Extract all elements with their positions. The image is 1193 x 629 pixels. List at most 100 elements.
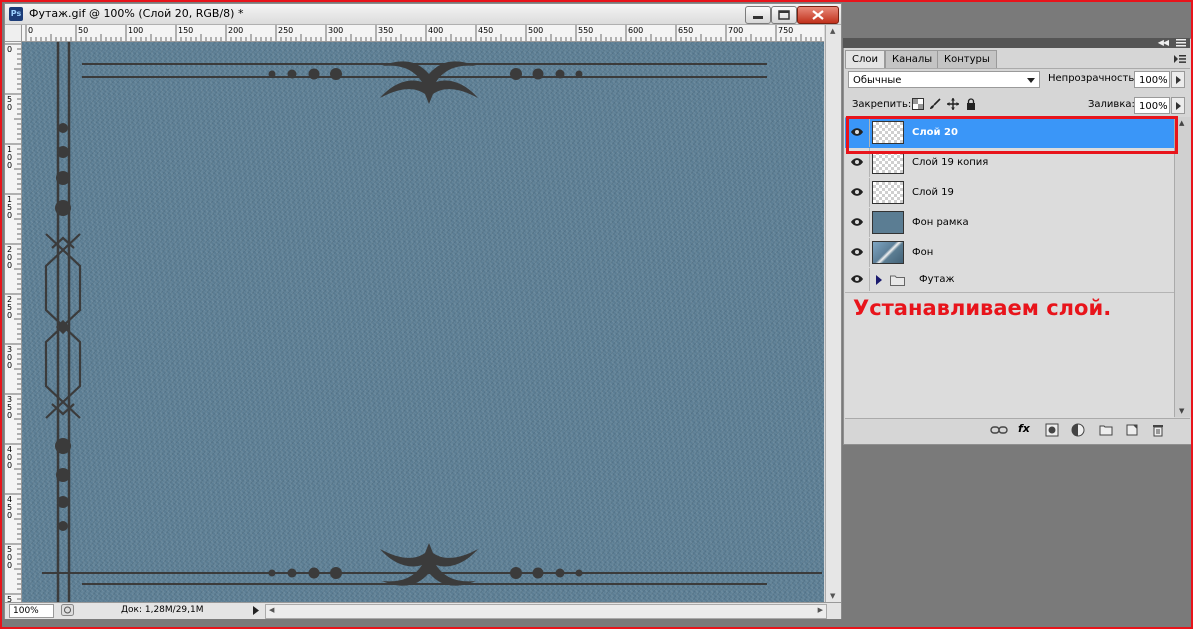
new-group-folder-icon[interactable] bbox=[1099, 423, 1113, 437]
scroll-up-arrow-icon[interactable]: ▲ bbox=[1179, 119, 1184, 127]
ruler-label: 750 bbox=[778, 26, 793, 35]
layer-style-fx-icon[interactable]: fx bbox=[1018, 422, 1030, 436]
eye-icon bbox=[851, 158, 863, 166]
fill-input[interactable]: 100% bbox=[1134, 97, 1170, 114]
add-mask-icon[interactable] bbox=[1045, 423, 1059, 437]
ruler-label: 550 bbox=[578, 26, 593, 35]
fill-slider-button[interactable] bbox=[1171, 97, 1185, 114]
eye-icon bbox=[851, 275, 863, 283]
scroll-right-arrow-icon[interactable]: ▶ bbox=[818, 606, 823, 614]
tab-channels[interactable]: Каналы bbox=[885, 50, 940, 68]
opacity-input[interactable]: 100% bbox=[1134, 71, 1170, 88]
layer-group-futazh[interactable]: Футаж bbox=[845, 268, 1174, 293]
ruler-label: 300 bbox=[328, 26, 343, 35]
scroll-down-arrow-icon[interactable]: ▼ bbox=[1179, 407, 1184, 415]
lock-all-icon[interactable] bbox=[965, 98, 977, 110]
status-menu-arrow-icon[interactable] bbox=[251, 605, 261, 616]
visibility-toggle[interactable] bbox=[845, 238, 870, 267]
ruler-label: 400 bbox=[428, 26, 443, 35]
document-title: Футаж.gif @ 100% (Слой 20, RGB/8) * bbox=[29, 7, 244, 20]
layer-name: Фон bbox=[912, 247, 934, 258]
scroll-down-arrow-icon[interactable]: ▼ bbox=[830, 592, 835, 600]
lock-label: Закрепить: bbox=[852, 99, 912, 110]
ornament-dot bbox=[55, 200, 71, 216]
eye-icon bbox=[851, 128, 863, 136]
tab-layers[interactable]: Слои bbox=[845, 50, 885, 68]
document-horizontal-scrollbar[interactable]: ◀ ▶ bbox=[265, 604, 827, 619]
lock-pixels-brush-icon[interactable] bbox=[929, 98, 941, 110]
layer-row-sloi-19-kopiya[interactable]: Слой 19 копия bbox=[845, 148, 1174, 179]
ornament-dot bbox=[57, 146, 69, 158]
ruler-label: 0 bbox=[7, 561, 12, 570]
zoom-level-field[interactable]: 100% bbox=[9, 604, 54, 618]
layer-thumbnail bbox=[872, 181, 904, 204]
fill-label: Заливка: bbox=[1088, 99, 1135, 110]
ornament-dot bbox=[308, 68, 320, 80]
minimize-button[interactable] bbox=[745, 6, 771, 24]
layer-name: Слой 19 bbox=[912, 187, 954, 198]
ornament-dot bbox=[532, 567, 544, 579]
ornament-dot bbox=[555, 69, 565, 79]
close-button[interactable] bbox=[797, 6, 839, 24]
document-canvas[interactable] bbox=[22, 42, 824, 602]
layer-row-fon-ramka[interactable]: Фон рамка bbox=[845, 208, 1174, 239]
vertical-ruler-ticks: 050100150200250300350400450500550 bbox=[5, 43, 21, 602]
layer-thumbnail bbox=[872, 211, 904, 234]
panel-options-icon[interactable] bbox=[1176, 39, 1186, 47]
layers-scrollbar[interactable]: ▲ ▼ bbox=[1174, 117, 1191, 417]
document-titlebar[interactable]: Ps Футаж.gif @ 100% (Слой 20, RGB/8) * bbox=[5, 4, 841, 25]
scroll-left-arrow-icon[interactable]: ◀ bbox=[269, 606, 274, 614]
eye-icon bbox=[851, 218, 863, 226]
opacity-label: Непрозрачность: bbox=[1048, 73, 1138, 84]
tab-paths[interactable]: Контуры bbox=[937, 50, 997, 68]
ruler-label: 450 bbox=[478, 26, 493, 35]
close-icon bbox=[812, 10, 824, 20]
ruler-label: 250 bbox=[278, 26, 293, 35]
document-size-info: Док: 1,28M/29,1M bbox=[121, 605, 204, 615]
blend-mode-value: Обычные bbox=[853, 75, 902, 86]
status-info-icon[interactable] bbox=[61, 604, 74, 616]
panel-menu-icon[interactable] bbox=[1173, 53, 1187, 65]
eye-icon bbox=[851, 188, 863, 196]
ruler-label: 50 bbox=[78, 26, 88, 35]
expand-group-icon[interactable] bbox=[876, 275, 882, 285]
restore-icon bbox=[778, 10, 790, 20]
maximize-button[interactable] bbox=[771, 6, 797, 24]
link-layers-icon[interactable] bbox=[990, 423, 1008, 437]
scroll-up-arrow-icon[interactable]: ▲ bbox=[830, 27, 835, 35]
eye-icon bbox=[851, 248, 863, 256]
delete-layer-trash-icon[interactable] bbox=[1151, 423, 1165, 437]
adjustment-layer-icon[interactable] bbox=[1071, 423, 1087, 437]
layer-row-fon[interactable]: Фон bbox=[845, 238, 1174, 269]
layers-panel-footer: fx bbox=[845, 418, 1190, 443]
layers-panel: Слои Каналы Контуры Обычные Непрозрачнос… bbox=[843, 38, 1192, 445]
ornament-dot bbox=[57, 496, 69, 508]
ruler-label: 0 bbox=[7, 411, 12, 420]
vertical-ruler[interactable]: 050100150200250300350400450500550 bbox=[5, 42, 22, 602]
ruler-label: 0 bbox=[7, 261, 12, 270]
visibility-toggle[interactable] bbox=[845, 208, 870, 237]
lock-transparency-icon[interactable] bbox=[912, 98, 924, 110]
visibility-toggle[interactable] bbox=[845, 148, 870, 177]
layer-row-sloi-19[interactable]: Слой 19 bbox=[845, 178, 1174, 209]
document-vertical-scrollbar[interactable]: ▲ ▼ bbox=[825, 25, 841, 602]
horizontal-ruler[interactable]: 0 50 100 150 200 250 300 350 400 450 500 550 600 650 7… bbox=[22, 25, 824, 42]
photoshop-icon: Ps bbox=[9, 7, 23, 21]
collapse-panel-icon[interactable]: ◀◀ bbox=[1158, 38, 1169, 48]
opacity-slider-button[interactable] bbox=[1171, 71, 1185, 88]
visibility-toggle[interactable] bbox=[845, 268, 870, 291]
layer-row-sloi-20[interactable]: Слой 20 bbox=[845, 118, 1174, 149]
visibility-toggle[interactable] bbox=[845, 178, 870, 207]
panel-collapse-bar[interactable]: ◀◀ bbox=[843, 38, 1190, 48]
layer-name: Фон рамка bbox=[912, 217, 969, 228]
ruler-label: 0 bbox=[7, 103, 12, 112]
ornament-dot bbox=[575, 70, 583, 78]
lock-position-move-icon[interactable] bbox=[947, 98, 959, 110]
ruler-origin[interactable] bbox=[5, 25, 22, 42]
ornament-dot bbox=[287, 69, 297, 79]
blend-mode-select[interactable]: Обычные bbox=[848, 71, 1040, 88]
new-layer-icon[interactable] bbox=[1125, 423, 1139, 437]
ornament-dot bbox=[532, 68, 544, 80]
group-name: Футаж bbox=[919, 274, 955, 285]
visibility-toggle[interactable] bbox=[845, 118, 870, 147]
